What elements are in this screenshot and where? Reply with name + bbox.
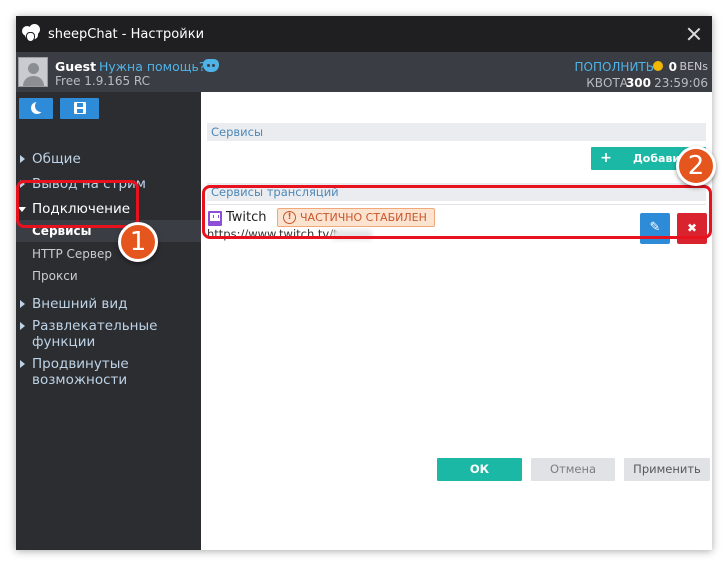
sidebar-item-http-server[interactable]: HTTP Сервер <box>16 243 201 265</box>
discord-icon[interactable] <box>203 59 219 72</box>
user-bar: Guest Нужна помощь? Free 1.9.165 RC ПОПО… <box>16 52 712 92</box>
chevron-right-icon <box>20 360 25 368</box>
coin-icon <box>653 61 663 71</box>
topup-link[interactable]: ПОПОЛНИТЬ <box>574 60 654 74</box>
sidebar-item-general[interactable]: Общие <box>16 151 201 167</box>
ok-button[interactable]: ОК <box>437 458 522 481</box>
quota-time: 23:59:06 <box>654 76 708 90</box>
version-label: Free 1.9.165 RC <box>55 74 151 88</box>
sidebar: Общие Вывод на стрим Подключение Сервисы… <box>16 92 201 550</box>
save-button[interactable] <box>60 98 99 119</box>
chevron-right-icon <box>20 322 25 330</box>
main-panel: Сервисы + Добавить Сервисы трансляций Tw… <box>201 92 712 550</box>
username: Guest <box>55 59 97 74</box>
sheep-icon <box>20 23 42 45</box>
floppy-icon <box>74 102 86 114</box>
avatar[interactable] <box>18 57 48 87</box>
chevron-right-icon <box>20 300 25 308</box>
moon-icon <box>31 100 47 114</box>
title-bar: sheepChat - Настройки <box>16 16 712 52</box>
theme-toggle-button[interactable] <box>19 98 53 119</box>
apply-button[interactable]: Применить <box>624 458 710 481</box>
ben-amount: 0 <box>668 60 677 74</box>
help-link[interactable]: Нужна помощь? <box>99 59 206 74</box>
close-icon[interactable] <box>684 24 704 44</box>
highlight-service-row <box>202 185 712 239</box>
quota-label: КВОТА <box>586 76 628 90</box>
cancel-button[interactable]: Отмена <box>531 458 615 481</box>
sidebar-item-proxy[interactable]: Прокси <box>16 265 201 287</box>
services-header: Сервисы <box>207 123 706 141</box>
highlight-connection <box>16 180 139 228</box>
sidebar-item-advanced[interactable]: Продвинутые возможности <box>16 356 146 388</box>
quota-value: 300 <box>625 76 651 90</box>
annotation-badge-2: 2 <box>676 146 716 186</box>
chevron-right-icon <box>20 155 25 163</box>
annotation-badge-1: 1 <box>118 222 158 262</box>
plus-icon: + <box>600 150 612 166</box>
sidebar-item-appearance[interactable]: Внешний вид <box>16 296 201 312</box>
ben-unit: BENs <box>679 60 708 73</box>
sidebar-item-entertainment[interactable]: Развлекательные функции <box>16 318 166 350</box>
window-title: sheepChat - Настройки <box>48 26 205 42</box>
settings-window: sheepChat - Настройки Guest Нужна помощь… <box>16 16 712 550</box>
